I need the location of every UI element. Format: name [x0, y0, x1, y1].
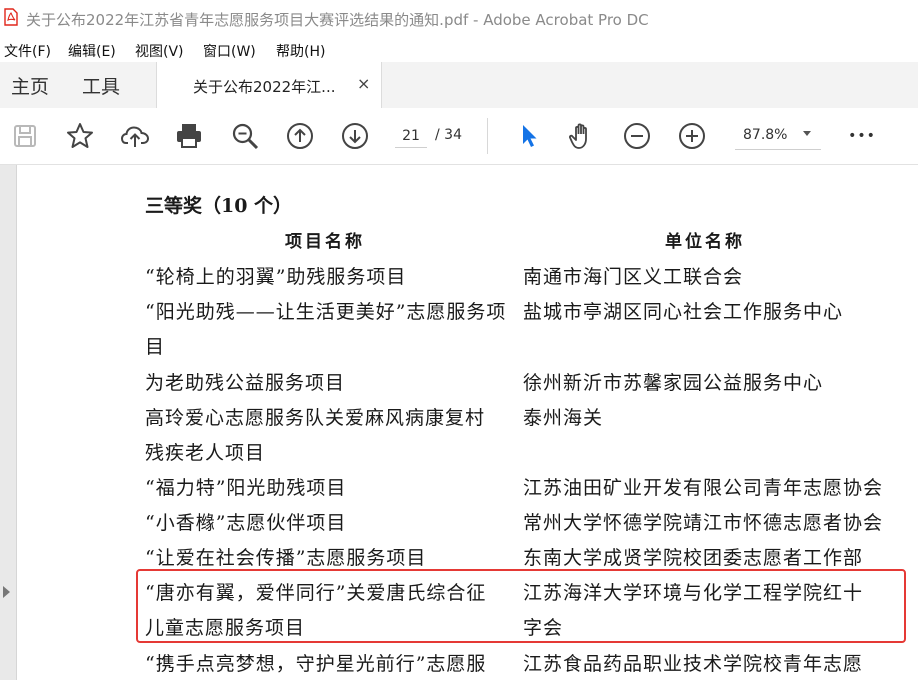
- project-line: 高玲爱心志愿服务队关爱麻风病康复村: [145, 407, 486, 429]
- tab-document[interactable]: 关于公布2022年江... ×: [156, 62, 382, 109]
- title-bar: 关于公布2022年江苏省青年志愿服务项目大赛评选结果的通知.pdf - Adob…: [0, 0, 918, 38]
- printer-icon: [177, 124, 201, 148]
- unit-line: 常州大学怀德学院靖江市怀德志愿者协会: [523, 512, 884, 534]
- project-line: 目: [145, 336, 166, 358]
- star-icon: [67, 123, 93, 148]
- unit-line: 徐州新沂市苏馨家园公益服务中心: [523, 372, 824, 394]
- save-button[interactable]: [9, 120, 41, 152]
- find-button[interactable]: [229, 120, 261, 152]
- project-line: 为老助残公益服务项目: [145, 372, 346, 394]
- left-pane-gutter: [0, 165, 17, 680]
- more-tools-button[interactable]: •••: [846, 120, 878, 152]
- highlight-annotation: [136, 569, 906, 643]
- toolbar: 21 / 34 87.8% •••: [0, 108, 918, 165]
- save-icon: [14, 125, 36, 147]
- unit-line: 江苏食品药品职业技术学院校青年志愿: [523, 653, 864, 675]
- cloud-upload-icon: [120, 126, 150, 147]
- unit-line: 江苏油田矿业开发有限公司青年志愿协会: [523, 477, 884, 499]
- menu-edit[interactable]: 编辑(E): [68, 41, 116, 61]
- project-line: “让爱在社会传播”志愿服务项目: [145, 547, 427, 569]
- project-line: “轮椅上的羽翼”助残服务项目: [145, 266, 407, 288]
- pdf-page: 三等奖（10 个） 项目名称 单位名称 “轮椅上的羽翼”助残服务项目 “阳光助残…: [17, 165, 918, 680]
- document-tab-label: 关于公布2022年江...: [193, 78, 336, 96]
- print-button[interactable]: [173, 120, 205, 152]
- window-title: 关于公布2022年江苏省青年志愿服务项目大赛评选结果的通知.pdf - Adob…: [26, 11, 649, 29]
- zoom-out-icon: [624, 123, 650, 149]
- page-total: / 34: [435, 127, 462, 143]
- next-page-button[interactable]: [339, 120, 371, 152]
- unit-line: 盐城市亭湖区同心社会工作服务中心: [523, 301, 844, 323]
- arrow-up-circle-icon: [287, 123, 313, 149]
- previous-page-button[interactable]: [284, 120, 316, 152]
- menu-file[interactable]: 文件(F): [4, 41, 51, 61]
- arrow-down-circle-icon: [342, 123, 368, 149]
- tab-bar: 主页 工具 关于公布2022年江... ×: [0, 62, 918, 109]
- menu-window[interactable]: 窗口(W): [203, 41, 256, 61]
- menu-view[interactable]: 视图(V): [135, 41, 184, 61]
- hand-tool-button[interactable]: [566, 120, 598, 152]
- select-tool-button[interactable]: [512, 120, 544, 152]
- close-tab-button[interactable]: ×: [357, 74, 370, 93]
- pdf-file-icon: [4, 8, 18, 26]
- project-line: “福力特”阳光助残项目: [145, 477, 347, 499]
- cursor-arrow-icon: [523, 125, 537, 147]
- menu-help[interactable]: 帮助(H): [276, 41, 325, 61]
- search-icon: [232, 123, 259, 150]
- section-heading: 三等奖（10 个）: [145, 195, 293, 217]
- zoom-in-icon: [679, 123, 705, 149]
- zoom-in-button[interactable]: [676, 120, 708, 152]
- menu-bar: 文件(F) 编辑(E) 视图(V) 窗口(W) 帮助(H): [0, 38, 918, 62]
- bookmark-button[interactable]: [64, 120, 96, 152]
- project-line: 残疾老人项目: [145, 442, 266, 464]
- toolbar-divider: [487, 118, 488, 154]
- chevron-down-icon: [803, 131, 811, 136]
- zoom-value: 87.8%: [743, 127, 788, 143]
- unit-line: 南通市海门区义工联合会: [523, 266, 744, 288]
- upload-button[interactable]: [119, 120, 151, 152]
- tab-tools[interactable]: 工具: [82, 72, 120, 99]
- expand-panel-icon[interactable]: [3, 586, 10, 598]
- unit-line: 泰州海关: [523, 407, 604, 429]
- unit-line: 东南大学成贤学院校团委志愿者工作部: [523, 547, 864, 569]
- page-number-input[interactable]: 21: [395, 125, 427, 148]
- hand-icon: [569, 123, 587, 149]
- column-header-project: 项目名称: [285, 232, 365, 252]
- zoom-select[interactable]: 87.8%: [735, 125, 821, 150]
- zoom-out-button[interactable]: [621, 120, 653, 152]
- tab-home[interactable]: 主页: [11, 72, 49, 99]
- project-line: “携手点亮梦想，守护星光前行”志愿服: [145, 653, 487, 675]
- project-line: “阳光助残——让生活更美好”志愿服务项: [145, 301, 507, 323]
- column-header-unit: 单位名称: [665, 232, 745, 252]
- project-line: “小香橼”志愿伙伴项目: [145, 512, 347, 534]
